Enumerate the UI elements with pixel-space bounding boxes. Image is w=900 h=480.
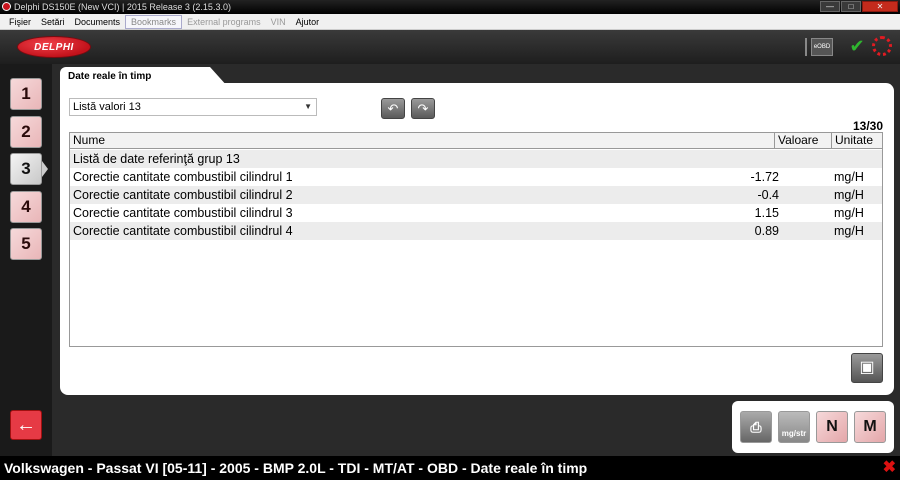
previous-list-button[interactable]: ↶ — [381, 98, 405, 119]
title-bar: Delphi DS150E (New VCI) | 2015 Release 3… — [0, 0, 900, 14]
menu-fisier[interactable]: Fişier — [4, 16, 36, 28]
column-header-unit[interactable]: Unitate — [832, 133, 884, 149]
table-row[interactable]: Corectie cantitate combustibil cilindrul… — [70, 204, 882, 222]
app-icon — [2, 2, 11, 11]
row-unit: mg/H — [834, 224, 864, 238]
status-bar: Volkswagen - Passat VI [05-11] - 2005 - … — [0, 456, 900, 480]
screenshot-button[interactable]: ▣ — [851, 353, 883, 383]
table-row[interactable]: Corectie cantitate combustibil cilindrul… — [70, 168, 882, 186]
active-step-pointer-icon — [42, 161, 48, 177]
step-navigation: 1 2 3 4 5 ← — [0, 64, 52, 456]
menu-bookmarks[interactable]: Bookmarks — [125, 14, 183, 29]
n-button[interactable]: N — [816, 411, 848, 443]
units-label: mg/str — [781, 429, 807, 438]
row-unit: mg/H — [834, 170, 864, 184]
camera-icon: ▣ — [859, 359, 875, 376]
row-unit: mg/H — [834, 206, 864, 220]
header-divider — [805, 38, 807, 56]
value-list-selected: Listă valori 13 — [73, 101, 141, 113]
arrow-forward-icon: ↷ — [417, 101, 429, 116]
print-button[interactable]: ⎙ — [740, 411, 772, 443]
maximize-button[interactable]: □ — [841, 1, 861, 12]
row-name: Corectie cantitate combustibil cilindrul… — [73, 224, 293, 238]
menu-ajutor[interactable]: Ajutor — [291, 16, 325, 28]
units-button[interactable]: mg/str — [778, 411, 810, 443]
column-header-name[interactable]: Nume — [70, 133, 775, 149]
data-grid: Nume Valoare Unitate Listă de date refer… — [69, 132, 883, 347]
row-name: Corectie cantitate combustibil cilindrul… — [73, 188, 293, 202]
vehicle-status-text: Volkswagen - Passat VI [05-11] - 2005 - … — [4, 460, 588, 476]
column-header-value[interactable]: Valoare — [775, 133, 832, 149]
main-area: Date reale în timp Listă valori 13 ▼ ↶ ↷… — [52, 64, 900, 456]
row-value: 1.15 — [754, 206, 779, 220]
table-row[interactable]: Corectie cantitate combustibil cilindrul… — [70, 222, 882, 240]
back-button[interactable]: ← — [10, 410, 42, 440]
page-counter: 13/30 — [852, 119, 883, 133]
row-value: 0.89 — [754, 224, 779, 238]
window-controls: — □ ✕ — [820, 1, 898, 13]
step-1-button[interactable]: 1 — [10, 78, 42, 110]
menu-setari[interactable]: Setări — [36, 16, 70, 28]
menu-bar: Fişier Setări Documents Bookmarks Extern… — [0, 14, 900, 30]
row-name: Listă de date referinţă grup 13 — [73, 152, 240, 166]
arrow-left-icon: ← — [16, 414, 36, 436]
m-button[interactable]: M — [854, 411, 886, 443]
chevron-down-icon: ▼ — [304, 102, 312, 111]
row-value: -1.72 — [750, 170, 780, 184]
window-title: Delphi DS150E (New VCI) | 2015 Release 3… — [14, 2, 231, 12]
vci-connected-icon: ✔ — [849, 36, 865, 56]
arrow-back-icon: ↶ — [387, 101, 399, 116]
grid-header: Nume Valoare Unitate — [70, 133, 882, 149]
printer-icon: ⎙ — [750, 419, 762, 435]
row-value: -0.4 — [757, 188, 779, 202]
row-name: Corectie cantitate combustibil cilindrul… — [73, 170, 293, 184]
app-header: DELPHI eOBD ✔ — [0, 30, 900, 64]
step-5-button[interactable]: 5 — [10, 228, 42, 260]
step-2-button[interactable]: 2 — [10, 116, 42, 148]
activity-spinner-icon — [872, 36, 892, 56]
table-row[interactable]: Listă de date referinţă grup 13 — [70, 150, 882, 168]
delphi-logo: DELPHI — [17, 36, 91, 58]
step-3-button[interactable]: 3 — [10, 153, 42, 185]
minimize-button[interactable]: — — [820, 1, 840, 12]
menu-vin[interactable]: VIN — [266, 16, 291, 28]
menu-external-programs[interactable]: External programs — [182, 16, 266, 28]
value-list-select[interactable]: Listă valori 13 ▼ — [69, 98, 317, 116]
close-icon[interactable]: ✖ — [883, 456, 896, 480]
row-unit: mg/H — [834, 188, 864, 202]
tool-panel: ⎙ mg/str N M — [732, 401, 894, 453]
close-window-button[interactable]: ✕ — [862, 1, 898, 12]
step-4-button[interactable]: 4 — [10, 191, 42, 223]
logo-text: DELPHI — [34, 42, 74, 53]
menu-documents[interactable]: Documents — [70, 16, 126, 28]
next-list-button[interactable]: ↷ — [411, 98, 435, 119]
eobd-button[interactable]: eOBD — [811, 38, 833, 56]
live-data-panel: Listă valori 13 ▼ ↶ ↷ 13/30 Nume Valoare… — [60, 83, 894, 395]
row-name: Corectie cantitate combustibil cilindrul… — [73, 206, 293, 220]
table-row[interactable]: Corectie cantitate combustibil cilindrul… — [70, 186, 882, 204]
